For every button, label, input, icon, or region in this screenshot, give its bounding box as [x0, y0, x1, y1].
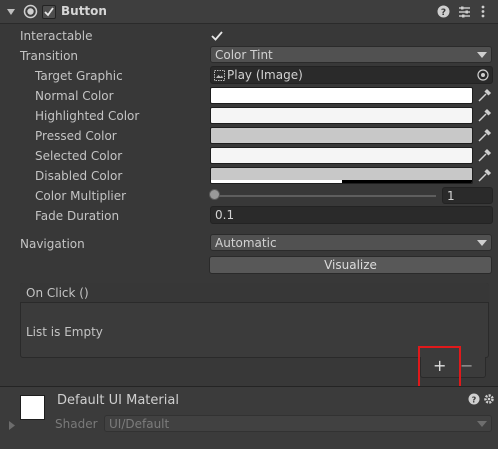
- image-icon: [214, 70, 225, 81]
- alpha-bar-black: [341, 180, 472, 183]
- normal-color-swatch[interactable]: [210, 87, 473, 104]
- pressed-color-label: Pressed Color: [35, 129, 117, 143]
- normal-color-label: Normal Color: [35, 89, 114, 103]
- shader-dropdown[interactable]: UI/Default: [104, 415, 492, 432]
- chevron-down-icon: [477, 240, 487, 247]
- eyedropper-icon[interactable]: [475, 107, 493, 124]
- eyedropper-icon[interactable]: [475, 127, 493, 144]
- remove-event-button[interactable]: −: [460, 357, 473, 375]
- alpha-bar-white: [211, 180, 342, 183]
- eyedropper-icon[interactable]: [475, 147, 493, 164]
- material-name: Default UI Material: [57, 393, 179, 408]
- disabled-color-label: Disabled Color: [35, 169, 123, 183]
- object-picker-icon[interactable]: [477, 69, 489, 81]
- fade-duration-label: Fade Duration: [35, 209, 120, 223]
- color-multiplier-label: Color Multiplier: [35, 189, 127, 203]
- pressed-color-swatch[interactable]: [210, 127, 473, 144]
- disabled-color-swatch[interactable]: [210, 167, 473, 184]
- navigation-label: Navigation: [20, 237, 85, 251]
- navigation-dropdown[interactable]: Automatic: [210, 234, 492, 251]
- fade-duration-value: 0.1: [215, 208, 235, 222]
- target-graphic-value: Play (Image): [227, 68, 303, 82]
- target-graphic-label: Target Graphic: [35, 69, 123, 83]
- more-options-icon[interactable]: [480, 5, 486, 18]
- material-preview-swatch: [20, 395, 45, 420]
- checkmark-icon: [44, 7, 54, 17]
- selected-color-swatch[interactable]: [210, 147, 473, 164]
- help-icon[interactable]: ?: [468, 393, 480, 405]
- target-graphic-field[interactable]: Play (Image): [210, 66, 493, 84]
- help-icon[interactable]: ?: [437, 5, 450, 18]
- checkmark-icon: [211, 31, 223, 41]
- component-enabled-checkbox[interactable]: [42, 5, 56, 19]
- chevron-down-icon: [477, 52, 487, 59]
- component-icon: [23, 4, 38, 19]
- transition-label: Transition: [20, 49, 79, 63]
- interactable-label: Interactable: [20, 29, 93, 43]
- highlighted-color-swatch[interactable]: [210, 107, 473, 124]
- svg-text:?: ?: [472, 396, 477, 405]
- selected-color-label: Selected Color: [35, 149, 123, 163]
- highlighted-color-label: Highlighted Color: [35, 109, 140, 123]
- interactable-checkbox[interactable]: [210, 29, 224, 43]
- list-empty-text: List is Empty: [26, 325, 103, 339]
- on-click-header: On Click (): [20, 283, 489, 303]
- shader-value: UI/Default: [109, 417, 170, 431]
- svg-text:?: ?: [441, 8, 446, 18]
- foldout-arrow-icon[interactable]: [6, 7, 16, 17]
- on-click-title: On Click (): [26, 286, 89, 300]
- component-header[interactable]: Button ?: [0, 0, 498, 24]
- color-multiplier-slider-track[interactable]: [214, 195, 436, 197]
- color-multiplier-input[interactable]: 1: [442, 187, 493, 204]
- eyedropper-icon[interactable]: [475, 167, 493, 184]
- shader-label: Shader: [55, 417, 98, 431]
- fade-duration-input[interactable]: 0.1: [210, 206, 493, 224]
- highlight-box: [418, 346, 461, 388]
- eyedropper-icon[interactable]: [475, 87, 493, 104]
- transition-dropdown[interactable]: Color Tint: [210, 46, 492, 63]
- foldout-arrow-icon[interactable]: [8, 421, 16, 430]
- gear-icon[interactable]: [483, 393, 495, 405]
- chevron-down-icon: [477, 421, 487, 428]
- presets-icon[interactable]: [458, 5, 471, 18]
- transition-value: Color Tint: [215, 48, 273, 62]
- navigation-value: Automatic: [215, 236, 277, 250]
- visualize-button[interactable]: Visualize: [209, 256, 492, 274]
- color-multiplier-slider-thumb[interactable]: [209, 189, 220, 200]
- component-title: Button: [61, 4, 107, 18]
- color-multiplier-value: 1: [447, 189, 455, 203]
